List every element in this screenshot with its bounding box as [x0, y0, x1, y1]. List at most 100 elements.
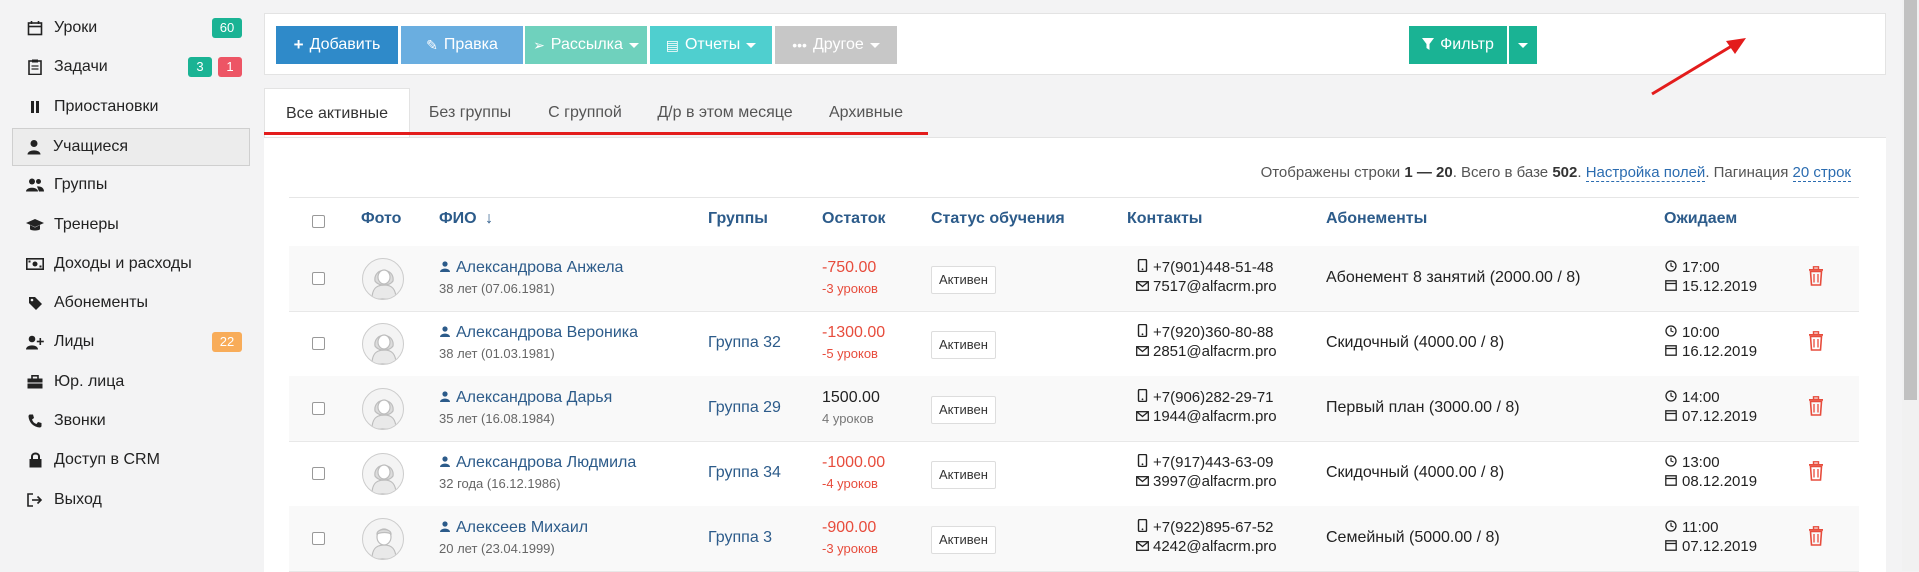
column-expected[interactable]: Ожидаем [1664, 210, 1737, 228]
row-checkbox[interactable] [312, 467, 325, 480]
email-address: 3997@alfacrm.pro [1153, 473, 1277, 490]
fields-settings-link[interactable]: Настройка полей [1585, 164, 1706, 182]
balance-amount: -750.00 [822, 259, 877, 276]
sidebar-item-8[interactable]: Лиды 22 [14, 323, 250, 361]
pagination-link[interactable]: 20 строк [1792, 164, 1851, 182]
column-name[interactable]: ФИО ↓ [439, 210, 493, 228]
trash-icon[interactable] [1808, 461, 1824, 481]
clock-icon [1664, 390, 1678, 405]
envelope-icon [1135, 344, 1149, 359]
mailing-button[interactable]: ➢ Рассылка [525, 26, 647, 64]
table-row: Александрова Вероника 38 лет (01.03.1981)… [289, 311, 1859, 377]
edit-button[interactable]: ✎ Правка [401, 26, 523, 64]
trash-icon[interactable] [1808, 396, 1824, 416]
pencil-icon: ✎ [426, 36, 438, 53]
expected-date: 07.12.2019 [1664, 408, 1757, 425]
balance-amount: -900.00 [822, 519, 877, 536]
tab-all-active[interactable]: Все активные [264, 88, 410, 138]
expected-time: 13:00 [1664, 454, 1720, 471]
other-button[interactable]: ••• Другое [775, 26, 897, 64]
rows-total: 502 [1552, 164, 1578, 181]
sidebar-item-11[interactable]: Доступ в CRM [14, 441, 250, 479]
group-link[interactable]: Группа 32 [708, 334, 781, 352]
add-button[interactable]: + Добавить [276, 26, 398, 64]
tab-with-group[interactable]: С группой [530, 88, 640, 138]
scrollbar-thumb[interactable] [1904, 0, 1917, 400]
sign-out-icon [26, 491, 44, 509]
phone-icon [26, 412, 44, 430]
phone-number: +7(901)448-51-48 [1153, 259, 1274, 276]
row-checkbox[interactable] [312, 532, 325, 545]
email-address: 4242@alfacrm.pro [1153, 538, 1277, 555]
sidebar-item-6[interactable]: Доходы и расходы [14, 245, 250, 283]
sidebar-item-10[interactable]: Звонки [14, 402, 250, 440]
edit-button-label: Правка [443, 36, 498, 53]
expected-date-value: 08.12.2019 [1682, 473, 1758, 490]
tab-birthdays[interactable]: Д/р в этом месяце [640, 88, 810, 138]
student-name-link[interactable]: Александрова Людмила [440, 454, 636, 472]
expected-date: 07.12.2019 [1664, 538, 1757, 555]
sidebar-item-2[interactable]: Приостановки [14, 88, 250, 126]
balance-lessons: 4 уроков [822, 411, 874, 426]
tab-archive[interactable]: Архивные [810, 88, 922, 138]
expected-time-value: 14:00 [1682, 389, 1720, 406]
chevron-down-icon [746, 42, 757, 48]
table-row: Александрова Анжела 38 лет (07.06.1981) -7… [289, 246, 1859, 312]
trash-icon[interactable] [1808, 266, 1824, 286]
reports-button[interactable]: ▤ Отчеты [650, 26, 772, 64]
calendar-icon [1664, 409, 1678, 424]
column-subscriptions[interactable]: Абонементы [1326, 210, 1427, 228]
contact-email: 3997@alfacrm.pro [1135, 473, 1277, 490]
column-contacts[interactable]: Контакты [1127, 210, 1202, 228]
select-all-checkbox[interactable] [312, 215, 325, 228]
student-name-link[interactable]: Александрова Дарья [440, 389, 612, 407]
contact-phone: +7(906)282-29-71 [1135, 388, 1274, 406]
row-checkbox[interactable] [312, 272, 325, 285]
sidebar-item-label: Выход [54, 490, 102, 508]
sidebar-item-0[interactable]: Уроки 60 [14, 9, 250, 47]
expected-time-value: 11:00 [1682, 519, 1719, 536]
email-address: 2851@alfacrm.pro [1153, 343, 1277, 360]
contact-phone: +7(922)895-67-52 [1135, 518, 1274, 536]
tab-no-group[interactable]: Без группы [410, 88, 530, 138]
mobile-phone-icon [1135, 453, 1149, 470]
sidebar-item-12[interactable]: Выход [14, 481, 250, 519]
sidebar-item-7[interactable]: Абонементы [14, 284, 250, 322]
sidebar-item-9[interactable]: Юр. лица [14, 363, 250, 401]
sidebar-item-1[interactable]: Задачи 1 3 [14, 48, 250, 86]
student-name-link[interactable]: Александрова Анжела [440, 259, 623, 277]
sidebar-item-5[interactable]: Тренеры [14, 206, 250, 244]
user-icon [440, 261, 450, 275]
table-row: Алексеев Михаил 20 лет (23.04.1999) Группа… [289, 506, 1859, 572]
column-balance[interactable]: Остаток [822, 210, 885, 228]
column-photo[interactable]: Фото [361, 210, 401, 228]
plus-icon: + [293, 35, 304, 54]
group-link[interactable]: Группа 3 [708, 529, 772, 547]
column-status[interactable]: Статус обучения [931, 210, 1065, 228]
row-checkbox[interactable] [312, 337, 325, 350]
contact-email: 4242@alfacrm.pro [1135, 538, 1277, 555]
clock-icon [1664, 325, 1678, 340]
briefcase-icon [26, 373, 44, 391]
filter-button[interactable]: Фильтр [1409, 26, 1507, 64]
student-name-link[interactable]: Алексеев Михаил [440, 519, 588, 537]
group-link[interactable]: Группа 34 [708, 464, 781, 482]
filter-dropdown-toggle[interactable] [1509, 26, 1537, 64]
avatar [362, 388, 404, 430]
group-link[interactable]: Группа 29 [708, 399, 781, 417]
student-name-link[interactable]: Александрова Вероника [440, 324, 638, 342]
trash-icon[interactable] [1808, 331, 1824, 351]
scrollbar[interactable] [1902, 0, 1919, 571]
rows-info-dot: . [1577, 164, 1586, 181]
student-name: Алексеев Михаил [456, 519, 589, 536]
row-checkbox[interactable] [312, 402, 325, 415]
column-groups[interactable]: Группы [708, 210, 768, 228]
calendar-icon [1664, 474, 1678, 489]
sidebar-item-3[interactable]: Учащиеся [12, 127, 250, 166]
email-address: 7517@alfacrm.pro [1153, 278, 1277, 295]
sidebar-item-label: Лиды [54, 333, 95, 351]
student-name: Александрова Анжела [456, 259, 624, 276]
sidebar-item-4[interactable]: Группы [14, 166, 250, 204]
contact-email: 1944@alfacrm.pro [1135, 408, 1277, 425]
trash-icon[interactable] [1808, 526, 1824, 546]
